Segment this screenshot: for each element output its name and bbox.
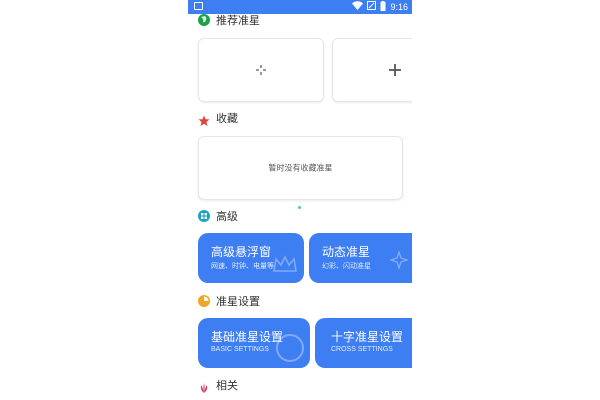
star-icon <box>198 112 210 126</box>
wifi-icon <box>352 1 364 13</box>
card-title: 动态准星 <box>322 245 371 259</box>
signal-icon <box>367 1 377 13</box>
card-subtitle: CROSS SETTINGS <box>331 346 393 353</box>
section-title: 准星设置 <box>216 295 260 308</box>
image-notification-icon <box>194 2 203 10</box>
basic-crosshair-settings-card[interactable]: 基础准星设置 BASIC SETTINGS <box>198 318 310 368</box>
crown-watermark-icon <box>272 255 298 277</box>
card-subtitle: 幻彩、闪动准星 <box>322 263 371 270</box>
settings-watermark-icon <box>276 334 304 362</box>
card-subtitle: BASIC SETTINGS <box>211 346 269 353</box>
battery-icon <box>380 0 386 14</box>
recommended-crosshair-tile[interactable] <box>198 38 324 102</box>
grid-circle-icon <box>198 210 210 222</box>
advanced-floating-window-card[interactable]: 高级悬浮窗 网速、时钟、电量等 <box>198 233 304 283</box>
card-subtitle: 网速、时钟、电量等 <box>211 263 274 270</box>
touch-indicator-dot <box>298 206 301 209</box>
pie-icon <box>198 295 210 307</box>
add-crosshair-tile[interactable] <box>332 38 412 102</box>
card-title: 高级悬浮窗 <box>211 245 272 259</box>
phone-screen: 9:16 推荐准星 收藏 暂时没有收藏准星 高级 高级悬浮窗 网速、时钟、电量等… <box>188 0 412 400</box>
section-recommended-header: 推荐准星 <box>198 12 260 28</box>
sparkle-watermark-icon <box>388 249 410 273</box>
cross-crosshair-settings-card[interactable]: 十字准星设置 CROSS SETTINGS <box>315 318 412 368</box>
dynamic-crosshair-card[interactable]: 动态准星 幻彩、闪动准星 <box>309 233 412 283</box>
section-advanced-header: 高级 <box>198 208 238 224</box>
favorites-empty-text: 暂时没有收藏准星 <box>268 163 333 173</box>
clock: 9:16 <box>390 2 408 12</box>
section-favorites-header: 收藏 <box>198 110 238 126</box>
status-icons: 9:16 <box>352 0 408 14</box>
card-title: 十字准星设置 <box>331 330 404 344</box>
card-title: 基础准星设置 <box>211 330 284 344</box>
section-title: 高级 <box>216 210 238 223</box>
lotus-icon <box>198 379 210 393</box>
section-related-header: 相关 <box>198 377 238 393</box>
section-title: 收藏 <box>216 112 238 125</box>
globe-icon <box>198 14 210 26</box>
section-title: 推荐准星 <box>216 14 260 27</box>
section-title: 相关 <box>216 379 238 392</box>
section-crosshair-settings-header: 准星设置 <box>198 293 260 309</box>
plus-icon <box>333 63 412 77</box>
crosshair-icon <box>199 64 323 76</box>
favorites-empty-panel: 暂时没有收藏准星 <box>198 136 403 200</box>
